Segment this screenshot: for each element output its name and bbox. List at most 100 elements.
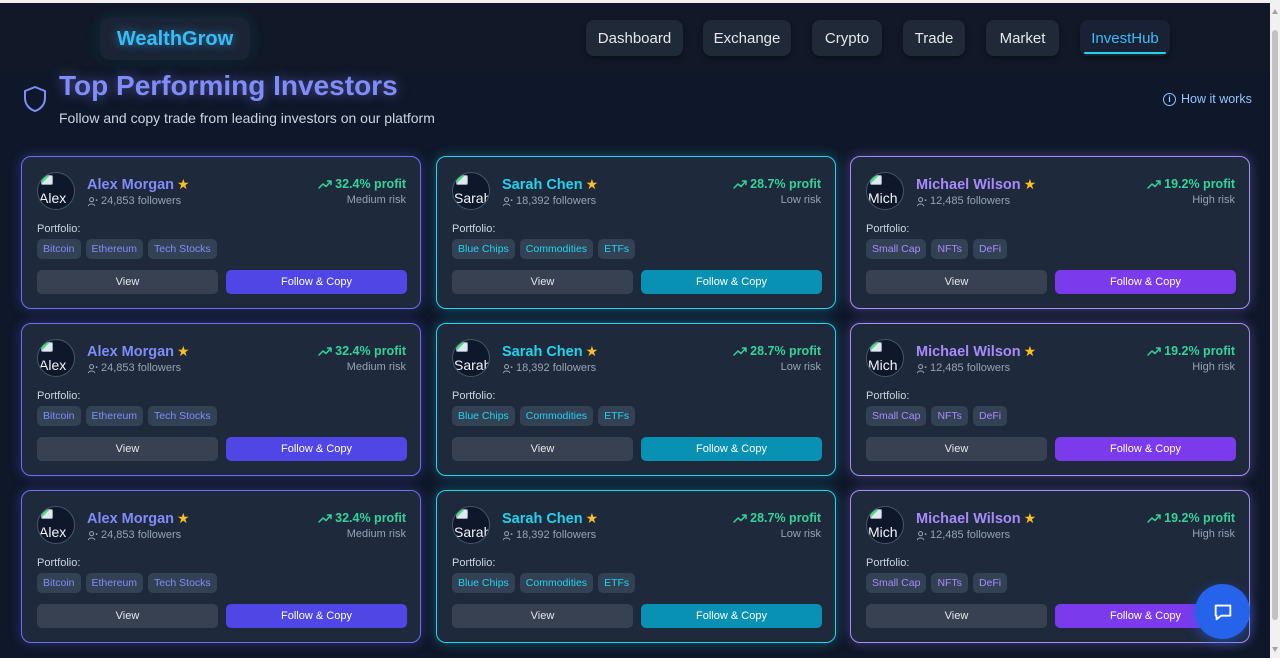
investor-name[interactable]: Alex Morgan ★ (87, 176, 190, 193)
portfolio-tag[interactable]: Commodities (519, 573, 594, 593)
portfolio-tag[interactable]: Bitcoin (37, 573, 81, 593)
follow-copy-button[interactable]: Follow & Copy (1055, 437, 1236, 461)
avatar[interactable]: Sarah (452, 339, 490, 377)
follow-copy-button[interactable]: Follow & Copy (226, 604, 407, 628)
scroll-up-arrow-icon[interactable] (1272, 9, 1278, 14)
chat-button[interactable] (1195, 584, 1250, 639)
view-button[interactable]: View (37, 270, 218, 294)
investor-name-label: Sarah Chen (502, 344, 583, 360)
avatar-alt-text: Alex (39, 190, 67, 206)
portfolio-tag[interactable]: Tech Stocks (148, 239, 217, 259)
portfolio-tag[interactable]: Commodities (519, 239, 594, 259)
user-icon (502, 196, 513, 206)
portfolio-tag[interactable]: ETFs (598, 239, 636, 259)
nav-market[interactable]: Market (986, 20, 1059, 56)
portfolio-tags: Small Cap NFTs DeFi (866, 239, 1008, 259)
investor-name[interactable]: Alex Morgan ★ (87, 510, 190, 527)
view-button[interactable]: View (866, 604, 1047, 628)
portfolio-tags: Small Cap NFTs DeFi (866, 406, 1008, 426)
portfolio-tag[interactable]: ETFs (598, 406, 636, 426)
profit-label: 32.4% profit (335, 177, 406, 191)
nav-crypto[interactable]: Crypto (812, 20, 882, 56)
investor-card-2-1: Alex Alex Morgan ★ 24,853 followers 32.4%… (21, 323, 421, 476)
avatar[interactable]: Alex (37, 172, 75, 210)
follow-copy-button[interactable]: Follow & Copy (1055, 270, 1236, 294)
avatar[interactable]: Alex (37, 339, 75, 377)
investor-card-1-1: Alex Alex Morgan ★ 24,853 followers 32.4%… (21, 156, 421, 309)
follow-copy-button[interactable]: Follow & Copy (226, 270, 407, 294)
trending-up-icon (1147, 347, 1161, 356)
profit-indicator: 19.2% profit (1147, 344, 1235, 358)
investor-name[interactable]: Sarah Chen ★ (502, 176, 598, 193)
followers-label: 12,485 followers (930, 362, 1011, 374)
investor-name[interactable]: Michael Wilson ★ (916, 510, 1036, 527)
portfolio-tag[interactable]: ETFs (598, 573, 636, 593)
portfolio-tags: Blue Chips Commodities ETFs (452, 239, 636, 259)
portfolio-tag[interactable]: Ethereum (85, 573, 144, 593)
profit-label: 32.4% profit (335, 511, 406, 525)
followers-count: 18,392 followers (502, 195, 596, 207)
avatar[interactable]: Mich (866, 172, 904, 210)
page-scrollbar[interactable] (1270, 3, 1280, 658)
risk-label: Low risk (780, 361, 821, 373)
portfolio-tag[interactable]: NFTs (931, 239, 968, 259)
how-it-works-link[interactable]: i How it works (1163, 92, 1252, 106)
avatar[interactable]: Sarah (452, 506, 490, 544)
avatar-alt-text: Alex (39, 524, 67, 540)
profit-indicator: 19.2% profit (1147, 177, 1235, 191)
view-button[interactable]: View (866, 270, 1047, 294)
investor-name[interactable]: Sarah Chen ★ (502, 343, 598, 360)
broken-image-icon (41, 175, 53, 185)
investor-name[interactable]: Michael Wilson ★ (916, 176, 1036, 193)
nav-dashboard[interactable]: Dashboard (586, 20, 683, 56)
view-button[interactable]: View (866, 437, 1047, 461)
portfolio-tag[interactable]: Ethereum (85, 239, 144, 259)
profit-indicator: 32.4% profit (318, 511, 406, 525)
investor-name[interactable]: Alex Morgan ★ (87, 343, 190, 360)
nav-exchange[interactable]: Exchange (703, 20, 791, 56)
portfolio-tag[interactable]: Bitcoin (37, 406, 81, 426)
trending-up-icon (733, 514, 747, 523)
investor-name[interactable]: Michael Wilson ★ (916, 343, 1036, 360)
investor-name[interactable]: Sarah Chen ★ (502, 510, 598, 527)
scroll-down-arrow-icon[interactable] (1272, 647, 1278, 652)
followers-label: 24,853 followers (101, 529, 182, 541)
portfolio-tag[interactable]: DeFi (972, 406, 1008, 426)
portfolio-tag[interactable]: Small Cap (866, 573, 927, 593)
portfolio-tag[interactable]: Tech Stocks (148, 406, 217, 426)
follow-copy-button[interactable]: Follow & Copy (226, 437, 407, 461)
portfolio-tag[interactable]: NFTs (931, 406, 968, 426)
portfolio-tag[interactable]: Blue Chips (452, 573, 515, 593)
view-button[interactable]: View (452, 270, 633, 294)
view-button[interactable]: View (452, 437, 633, 461)
investor-name-label: Michael Wilson (916, 177, 1021, 193)
avatar[interactable]: Mich (866, 506, 904, 544)
portfolio-tag[interactable]: Small Cap (866, 239, 927, 259)
portfolio-tag[interactable]: NFTs (931, 573, 968, 593)
portfolio-tag[interactable]: Commodities (519, 406, 594, 426)
brand-logo[interactable]: WealthGrow (100, 18, 250, 60)
portfolio-tag[interactable]: DeFi (972, 239, 1008, 259)
follow-copy-button[interactable]: Follow & Copy (641, 270, 822, 294)
investor-card-1-3: Mich Michael Wilson ★ 12,485 followers 19… (850, 156, 1250, 309)
portfolio-tag[interactable]: Ethereum (85, 406, 144, 426)
follow-copy-button[interactable]: Follow & Copy (641, 437, 822, 461)
portfolio-tag[interactable]: Blue Chips (452, 239, 515, 259)
portfolio-tag[interactable]: Tech Stocks (148, 573, 217, 593)
portfolio-tag[interactable]: DeFi (972, 573, 1008, 593)
avatar[interactable]: Alex (37, 506, 75, 544)
portfolio-tag[interactable]: Small Cap (866, 406, 927, 426)
avatar[interactable]: Mich (866, 339, 904, 377)
user-icon (916, 530, 927, 540)
nav-trade[interactable]: Trade (903, 20, 965, 56)
portfolio-tag[interactable]: Blue Chips (452, 406, 515, 426)
nav-investhub[interactable]: InvestHub (1080, 20, 1170, 56)
view-button[interactable]: View (37, 604, 218, 628)
scroll-thumb[interactable] (1272, 30, 1278, 620)
view-button[interactable]: View (37, 437, 218, 461)
follow-copy-button[interactable]: Follow & Copy (641, 604, 822, 628)
avatar[interactable]: Sarah (452, 172, 490, 210)
broken-image-icon (41, 509, 53, 519)
view-button[interactable]: View (452, 604, 633, 628)
portfolio-tag[interactable]: Bitcoin (37, 239, 81, 259)
